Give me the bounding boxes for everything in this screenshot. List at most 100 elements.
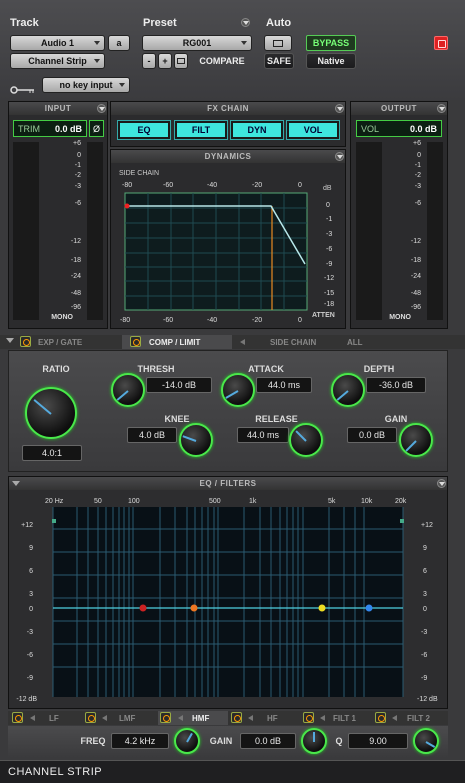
phase-invert-button[interactable]: Ø <box>89 120 104 137</box>
freq-value[interactable]: 4.2 kHz <box>111 733 169 749</box>
eq-gain-knob[interactable] <box>301 728 327 754</box>
tab-side-chain[interactable]: SIDE CHAIN <box>270 338 316 347</box>
eq-freq-tick: 100 <box>128 498 140 505</box>
lf-speaker-icon[interactable] <box>30 715 35 721</box>
thresh-value[interactable]: -14.0 dB <box>146 377 212 393</box>
tab-exp-gate[interactable]: EXP / GATE <box>38 338 82 347</box>
meter-scale-tick: 0 <box>77 152 81 159</box>
input-scale: +6 0 -1 -2 -3 -6 -12 -18 -24 -48 -96 <box>55 140 85 315</box>
track-selector[interactable]: Audio 1 <box>10 35 105 51</box>
input-menu-icon[interactable] <box>97 104 106 113</box>
gain-knob[interactable] <box>399 423 433 457</box>
exp-gate-power-icon[interactable] <box>20 336 31 347</box>
speaker-icon[interactable] <box>240 339 245 345</box>
ratio-value[interactable]: 4.0:1 <box>22 445 82 461</box>
eq-collapse-icon[interactable] <box>12 481 20 486</box>
attack-knob[interactable] <box>221 373 255 407</box>
automation-button[interactable] <box>264 35 292 51</box>
eq-db-ticks-right: +12 9 6 3 0 -3 -6 -9 -12 dB <box>417 522 438 703</box>
compare-button[interactable]: COMPARE <box>192 53 252 69</box>
output-menu-icon[interactable] <box>437 104 446 113</box>
eq-db-tick: 0 <box>29 606 33 613</box>
vol-display[interactable]: VOL 0.0 dB <box>356 120 442 137</box>
lmf-speaker-icon[interactable] <box>102 715 107 721</box>
hf-speaker-icon[interactable] <box>248 715 253 721</box>
meter-scale-tick: -18 <box>70 257 81 264</box>
insert-selector[interactable]: Channel Strip <box>10 53 105 69</box>
preset-next-button[interactable]: + <box>158 53 172 69</box>
preset-menu-icon[interactable] <box>241 18 250 27</box>
band-tab-hmf[interactable]: HMF <box>192 714 209 723</box>
knee-value[interactable]: 4.0 dB <box>127 427 177 443</box>
knee-knob[interactable] <box>179 423 213 457</box>
fx-chain-menu-icon[interactable] <box>335 104 344 113</box>
chevron-down-icon <box>94 41 100 45</box>
attack-label: ATTACK <box>248 364 284 374</box>
copy-settings-button[interactable] <box>174 53 188 69</box>
band-tab-lf[interactable]: LF <box>49 714 59 723</box>
q-value[interactable]: 9.00 <box>348 733 408 749</box>
eq-freq-tick: 10k <box>361 498 373 505</box>
tab-comp-limit[interactable]: COMP / LIMIT <box>149 338 200 347</box>
dyn-top-tick: -60 <box>163 182 173 189</box>
q-knob[interactable] <box>413 728 439 754</box>
eq-db-tick: 9 <box>423 545 427 552</box>
release-value[interactable]: 44.0 ms <box>237 427 289 443</box>
eq-gain-value[interactable]: 0.0 dB <box>240 733 296 749</box>
hmf-speaker-icon[interactable] <box>178 715 183 721</box>
fx-dyn-button[interactable]: DYN <box>231 121 283 139</box>
plugin-header: Track Preset Auto Audio 1 a Channel Stri… <box>0 0 465 100</box>
hmf-power-icon[interactable] <box>160 712 171 723</box>
dyn-bottom-tick: -40 <box>207 317 217 324</box>
thresh-knob[interactable] <box>111 373 145 407</box>
track-letter-selector[interactable]: a <box>108 35 130 51</box>
safe-button[interactable]: SAFE <box>264 53 294 69</box>
meter-scale-tick: -12 <box>410 238 421 245</box>
native-label: Native <box>317 56 345 66</box>
fx-vol-button[interactable]: VOL <box>287 121 339 139</box>
depth-knob[interactable] <box>331 373 365 407</box>
footer: CHANNEL STRIP <box>0 760 465 783</box>
dyn-right-tick: -15 <box>324 290 334 297</box>
ratio-knob[interactable] <box>25 387 77 439</box>
filt2-speaker-icon[interactable] <box>392 715 397 721</box>
band-tab-filt1[interactable]: FILT 1 <box>333 714 356 723</box>
hmf-band-handle <box>318 604 326 612</box>
fx-filt-button[interactable]: FILT <box>175 121 227 139</box>
gain-value[interactable]: 0.0 dB <box>347 427 397 443</box>
lmf-power-icon[interactable] <box>85 712 96 723</box>
lf-power-icon[interactable] <box>12 712 23 723</box>
band-tab-filt2[interactable]: FILT 2 <box>407 714 430 723</box>
band-tab-hf[interactable]: HF <box>267 714 278 723</box>
freq-knob[interactable] <box>174 728 200 754</box>
input-meter-left <box>13 142 39 320</box>
key-input-selector[interactable]: no key input <box>42 77 130 93</box>
dsp-indicator-icon[interactable] <box>434 36 448 50</box>
meter-scale-tick: -6 <box>74 200 81 207</box>
band-tab-lmf[interactable]: LMF <box>119 714 135 723</box>
meter-scale-tick: -1 <box>74 162 81 169</box>
tab-all[interactable]: ALL <box>347 338 363 347</box>
eq-menu-icon[interactable] <box>437 479 446 488</box>
release-knob[interactable] <box>289 423 323 457</box>
attack-value[interactable]: 44.0 ms <box>256 377 312 393</box>
fx-eq-button[interactable]: EQ <box>118 121 170 139</box>
preset-selector[interactable]: RG001 <box>142 35 252 51</box>
filt1-power-icon[interactable] <box>303 712 314 723</box>
comp-limit-power-icon[interactable] <box>130 336 141 347</box>
chevron-down-icon <box>241 41 247 45</box>
eq-band-bar: LF LMF HMF HF FILT 1 FILT 2 <box>8 711 448 725</box>
meter-scale-tick: 0 <box>417 152 421 159</box>
fx-filt-label: FILT <box>191 125 211 135</box>
meter-scale-tick: -12 <box>70 238 81 245</box>
preset-prev-button[interactable]: - <box>142 53 156 69</box>
insert-name: Channel Strip <box>28 56 87 66</box>
depth-value[interactable]: -36.0 dB <box>366 377 426 393</box>
filt2-power-icon[interactable] <box>375 712 386 723</box>
bypass-button[interactable]: BYPASS <box>306 35 356 51</box>
filt1-speaker-icon[interactable] <box>320 715 325 721</box>
collapse-icon[interactable] <box>6 338 14 343</box>
hf-power-icon[interactable] <box>231 712 242 723</box>
trim-display[interactable]: TRIM 0.0 dB <box>13 120 87 137</box>
dyn-bottom-tick: -80 <box>120 317 130 324</box>
